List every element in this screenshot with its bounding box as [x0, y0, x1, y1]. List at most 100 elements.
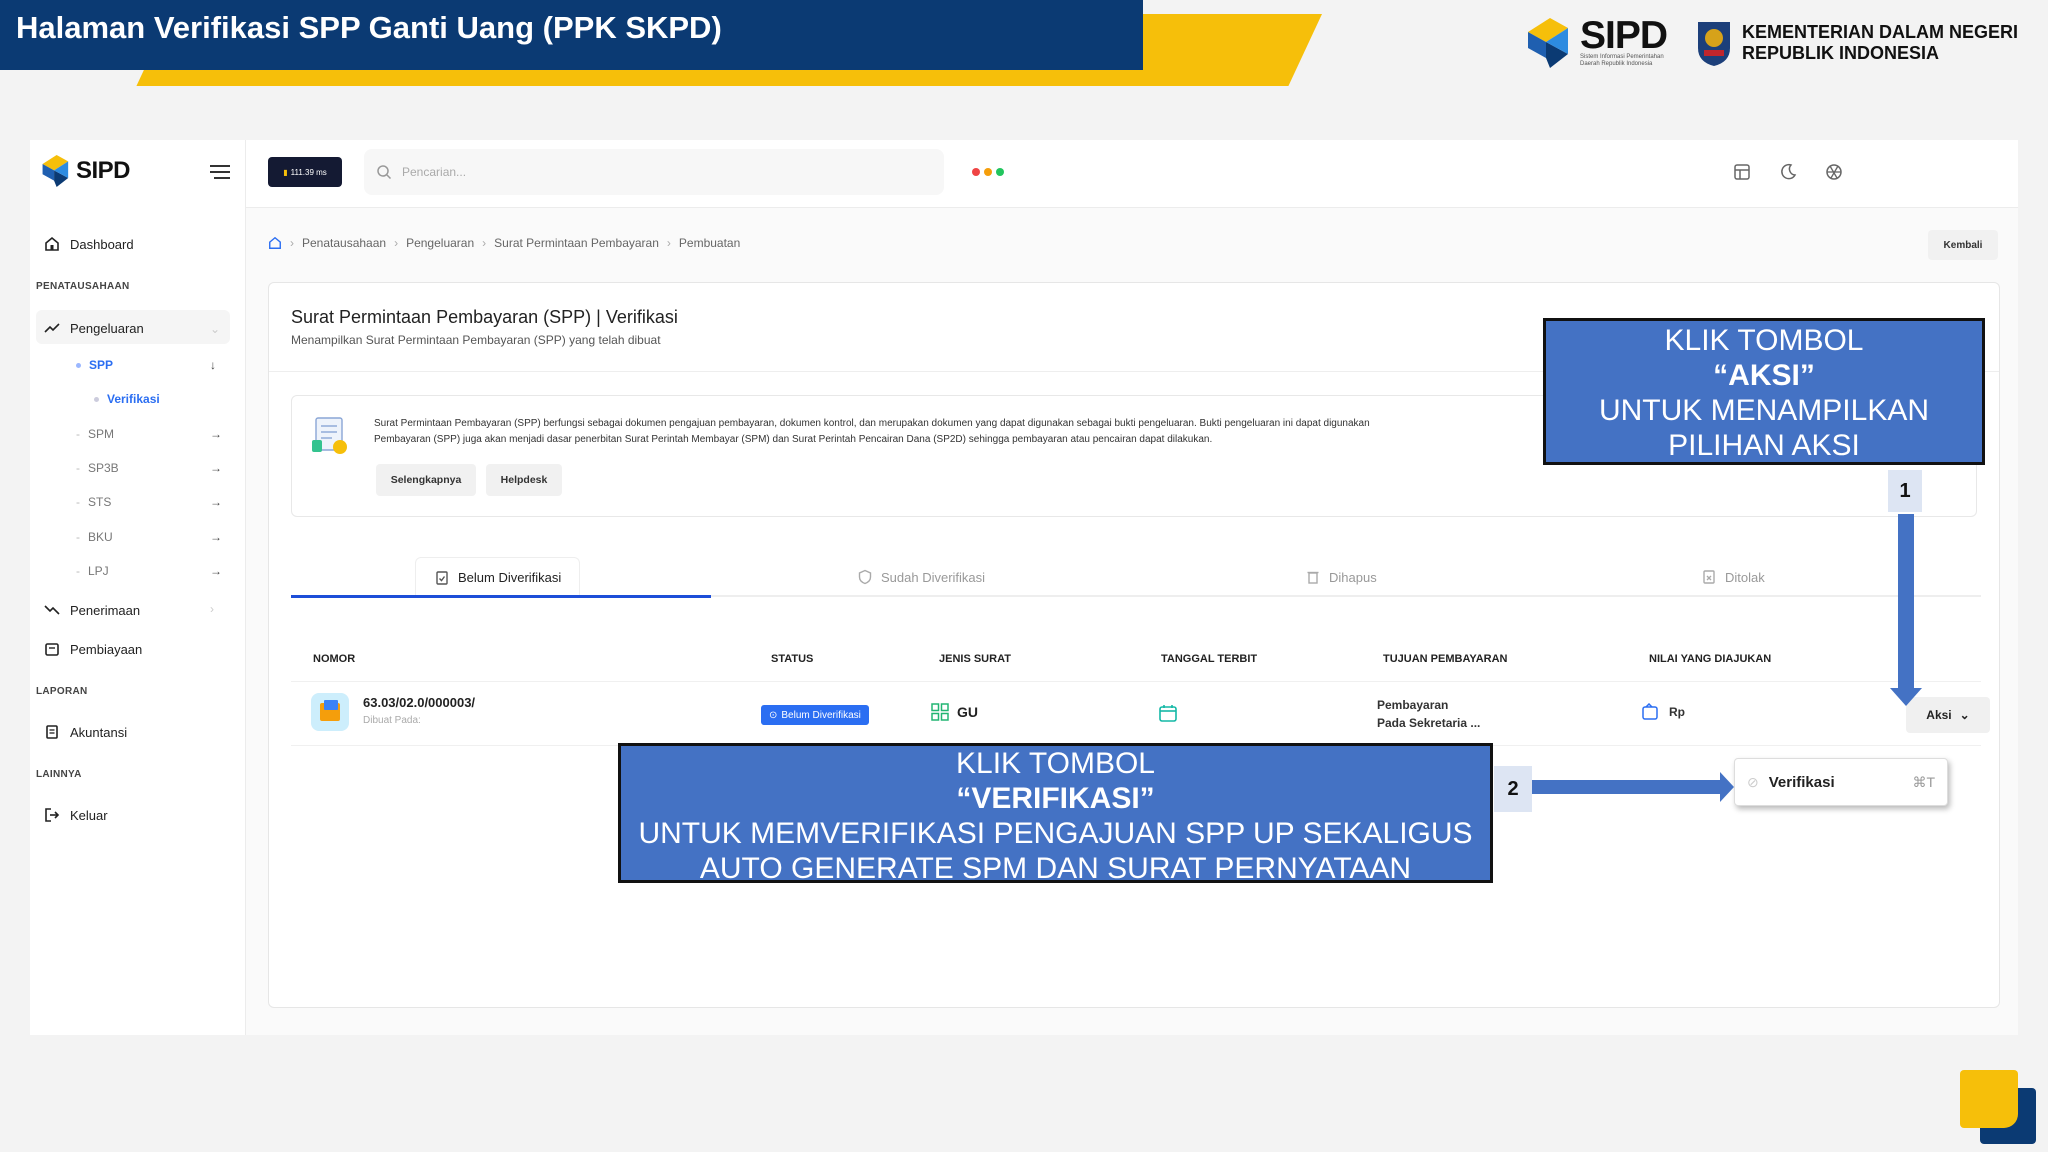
sidebar-item-spm[interactable]: - SPM: [76, 427, 114, 441]
chevron-right-icon: ›: [210, 602, 214, 616]
trend-down-icon: [44, 605, 60, 615]
sidebar-item-akuntansi[interactable]: Akuntansi: [44, 724, 127, 740]
tab-belum-diverifikasi[interactable]: Belum Diverifikasi: [415, 557, 581, 597]
tab-ditolak[interactable]: Ditolak: [1701, 557, 1765, 597]
breadcrumb-item[interactable]: Surat Permintaan Pembayaran: [494, 236, 659, 250]
sidebar-item-verifikasi[interactable]: Verifikasi: [94, 392, 160, 406]
tab-sudah-diverifikasi[interactable]: Sudah Diverifikasi: [857, 557, 985, 597]
column-header-nilai: NILAI YANG DIAJUKAN: [1649, 653, 1772, 665]
breadcrumb-item[interactable]: Penatausahaan: [302, 236, 386, 250]
aperture-icon[interactable]: [1824, 162, 1844, 182]
slide-title: Halaman Verifikasi SPP Ganti Uang (PPK S…: [16, 10, 722, 45]
breadcrumb-item: Pembuatan: [678, 236, 741, 250]
callout-line: AUTO GENERATE SPM DAN SURAT PERNYATAAN: [699, 852, 1412, 885]
topbar: ▮ 111.39 ms Pencarian...: [246, 140, 2018, 208]
sidebar-logo[interactable]: SIPD: [40, 152, 131, 190]
chevron-right-icon: ›: [482, 236, 487, 250]
search-input[interactable]: Pencarian...: [364, 149, 944, 195]
app-window: SIPD Dashboard PENATAUSAHAAN Pengeluaran…: [30, 140, 2018, 1035]
sidebar-item-bku[interactable]: - BKU: [76, 530, 113, 544]
dash-icon: -: [76, 495, 80, 509]
aksi-label: Aksi: [1926, 708, 1952, 722]
ministry-country: REPUBLIK INDONESIA: [1741, 43, 1939, 63]
ping-indicator: ▮ 111.39 ms: [268, 157, 342, 187]
sidebar-item-pengeluaran[interactable]: Pengeluaran: [44, 320, 144, 336]
hamburger-menu-icon[interactable]: [210, 164, 230, 180]
callout-line: UNTUK MEMVERIFIKASI PENGAJUAN SPP UP SEK…: [638, 817, 1473, 850]
search-placeholder: Pencarian...: [402, 165, 467, 179]
callout-emphasis: “AKSI”: [1713, 359, 1815, 392]
sipd-wordmark: SIPD: [1579, 14, 1668, 57]
dash-icon: -: [76, 530, 80, 544]
helpdesk-button[interactable]: Helpdesk: [486, 464, 562, 496]
bullet-icon: [94, 396, 99, 402]
tujuan-line: Pada Sekretaria ...: [1377, 716, 1481, 730]
sidebar-item-keluar[interactable]: Keluar: [44, 807, 108, 823]
dropdown-item-verifikasi[interactable]: Verifikasi: [1769, 774, 1835, 791]
home-icon[interactable]: [268, 236, 282, 250]
arrow-right-icon: →: [210, 427, 222, 441]
dash-icon: -: [76, 564, 80, 578]
status-badge: ⊙ Belum Diverifikasi: [761, 705, 869, 725]
chevron-double-down-icon: ⌄: [1959, 708, 1970, 722]
table-divider: [291, 681, 1981, 682]
arrow-right-icon: →: [210, 564, 222, 578]
nilai-value: Rp: [1669, 705, 1685, 719]
sidebar-item-label: STS: [88, 495, 112, 509]
sidebar-item-pembiayaan[interactable]: Pembiayaan: [44, 641, 142, 657]
row-nomor[interactable]: 63.03/02.0/000003/: [363, 695, 475, 710]
tab-label: Dihapus: [1329, 569, 1377, 585]
check-circle-icon: ⊙: [769, 709, 778, 721]
moon-icon[interactable]: [1778, 162, 1798, 182]
arrow-right-icon: [1720, 772, 1734, 802]
sipd-logo: SIPD Sistem Informasi Pemerintahan Daera…: [1524, 14, 1680, 72]
back-button[interactable]: Kembali: [1928, 230, 1998, 260]
sidebar-section-penatausahaan: PENATAUSAHAAN: [36, 281, 130, 292]
read-more-button[interactable]: Selengkapnya: [376, 464, 476, 496]
aksi-dropdown: ⊘ Verifikasi ⌘T: [1734, 758, 1948, 806]
sidebar-item-lpj[interactable]: - LPJ: [76, 564, 109, 578]
tab-label: Belum Diverifikasi: [458, 570, 562, 585]
sidebar-item-sp3b[interactable]: - SP3B: [76, 461, 119, 475]
breadcrumb: › Penatausahaan › Pengeluaran › Surat Pe…: [268, 236, 740, 250]
sidebar-item-spp[interactable]: SPP: [76, 358, 113, 372]
row-dibuat: Dibuat Pada:: [363, 715, 421, 726]
arrow-down-icon: [1890, 688, 1922, 706]
tujuan-line: Pembayaran: [1377, 698, 1449, 712]
column-header-status: STATUS: [771, 653, 814, 665]
document-icon: [46, 725, 58, 739]
brand-area: SIPD Sistem Informasi Pemerintahan Daera…: [1524, 14, 2018, 72]
document-folder-icon: [311, 693, 349, 731]
tab-dihapus[interactable]: Dihapus: [1305, 557, 1377, 597]
sidebar-item-label: Penerimaan: [70, 602, 141, 618]
ping-value: 111.39 ms: [290, 167, 327, 177]
sidebar-logo-icon: [42, 155, 69, 187]
arrow-right-shaft: [1532, 780, 1724, 794]
layout-icon[interactable]: [1732, 162, 1752, 182]
document-x-icon: [1703, 570, 1715, 584]
search-icon: [377, 165, 392, 180]
sidebar: SIPD Dashboard PENATAUSAHAAN Pengeluaran…: [30, 140, 246, 1035]
ministry-emblem-icon: [1697, 22, 1730, 66]
column-header-tanggal-terbit: TANGGAL TERBIT: [1161, 653, 1258, 665]
tab-bar: Belum Diverifikasi Sudah Diverifikasi Di…: [291, 557, 1981, 598]
row-tujuan: Pembayaran Pada Sekretaria ...: [1377, 696, 1480, 732]
sidebar-item-penerimaan[interactable]: Penerimaan: [44, 602, 140, 618]
sidebar-item-label: Dashboard: [70, 236, 134, 252]
sidebar-item-dashboard[interactable]: Dashboard: [44, 236, 134, 252]
page-title: Surat Permintaan Pembayaran (SPP) | Veri…: [291, 307, 678, 327]
ministry-logo: KEMENTERIAN DALAM NEGERI REPUBLIK INDONE…: [1694, 18, 2018, 68]
home-icon: [45, 236, 59, 251]
sidebar-item-sts[interactable]: - STS: [76, 495, 111, 509]
sidebar-item-label: Akuntansi: [70, 724, 128, 740]
breadcrumb-item[interactable]: Pengeluaran: [406, 236, 474, 250]
sidebar-item-label: LPJ: [88, 564, 109, 578]
status-dots: [972, 168, 1004, 176]
sidebar-item-label: Verifikasi: [107, 392, 160, 406]
row-nilai: Rp: [1641, 703, 1685, 721]
callout-emphasis: “VERIFIKASI”: [956, 782, 1155, 815]
sidebar-item-label: SPM: [88, 427, 115, 441]
page-subtitle: Menampilkan Surat Permintaan Pembayaran …: [291, 333, 661, 347]
check-circle-icon: ⊘: [1747, 773, 1759, 790]
callout-line: KLIK TOMBOL: [1664, 324, 1864, 357]
